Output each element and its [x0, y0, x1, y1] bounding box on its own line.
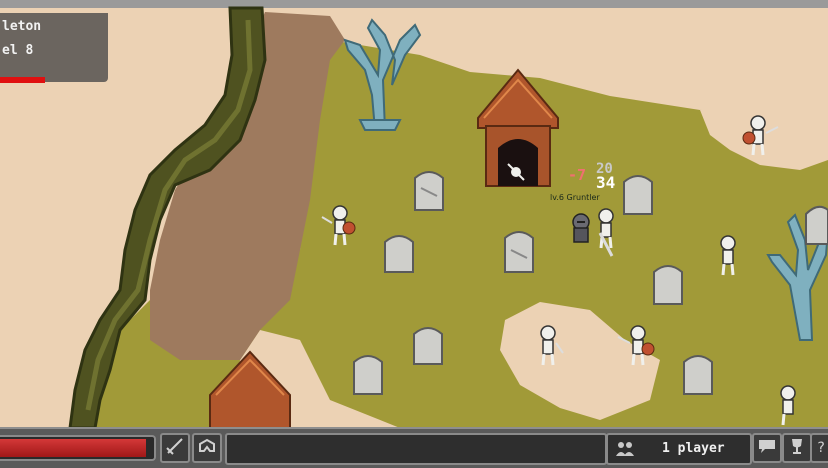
target-info-panel: leton el 8 — [0, 13, 108, 83]
player-hp-fill — [0, 439, 146, 457]
help-button[interactable]: ? — [810, 433, 828, 463]
gravestone — [653, 265, 683, 305]
achievements-button[interactable] — [782, 433, 812, 463]
gravestone — [623, 175, 653, 215]
gravestone — [413, 327, 443, 365]
help-icon: ? — [816, 440, 826, 456]
sword-icon — [166, 438, 183, 455]
trophy-icon — [792, 439, 802, 454]
armor-button[interactable] — [192, 433, 222, 463]
target-level: el 8 — [2, 43, 34, 58]
gravestone — [504, 231, 534, 273]
player-count-panel[interactable]: 1 player — [606, 433, 752, 465]
armor-icon — [199, 438, 215, 452]
gravestone — [384, 235, 414, 273]
weapon-button[interactable] — [160, 433, 190, 463]
player-nameplate: lv.6 Gruntler — [550, 193, 600, 202]
chat-button[interactable] — [752, 433, 782, 463]
game-world[interactable] — [0, 0, 828, 466]
gravestone — [805, 205, 828, 245]
damage-number: -7 — [568, 166, 587, 184]
player-hp-frame — [0, 435, 156, 461]
gravestone — [414, 171, 444, 211]
chat-icon — [759, 440, 775, 453]
gravestone — [353, 355, 383, 395]
population-icon — [616, 442, 634, 456]
bottom-status-bar: 1 player ? — [0, 427, 828, 468]
top-frame — [0, 0, 828, 8]
chat-input-area[interactable] — [225, 433, 607, 465]
gravestone — [683, 355, 713, 395]
target-name: leton — [2, 19, 42, 34]
hp-number-current: 34 — [596, 173, 616, 192]
player-count-label: 1 player — [662, 441, 725, 456]
target-hp-bar — [0, 77, 46, 83]
player-character[interactable] — [572, 213, 590, 243]
